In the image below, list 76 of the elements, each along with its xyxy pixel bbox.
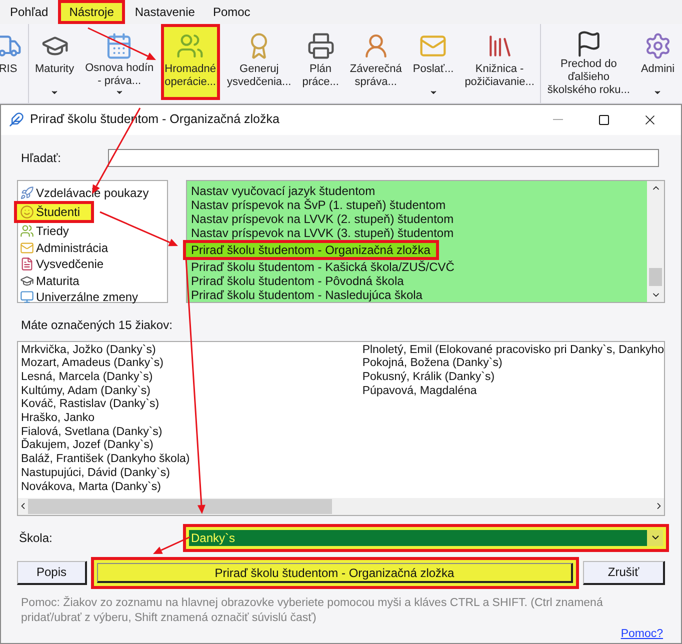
category-item[interactable]: Vysvedčenie	[20, 256, 167, 273]
dropdown-caret-icon	[50, 88, 60, 97]
ribbon-button[interactable]: Plán práce...	[298, 24, 343, 100]
operation-item[interactable]: Nastav príspevok na LVVK (3. stupeň) študentom	[191, 226, 647, 240]
assign-school-button[interactable]: Priraď školu študentom - Organizačná zložka	[97, 562, 573, 583]
student-name[interactable]: Kováč, Rastislav (Danky`s)	[21, 398, 362, 412]
cancel-button[interactable]: Zrušiť	[583, 560, 665, 585]
menu-item[interactable]: Nástroje	[58, 0, 125, 24]
student-name[interactable]: Kultúmy, Adam (Danky`s)	[21, 384, 362, 398]
annotation-arrow	[88, 27, 156, 60]
description-button[interactable]: Popis	[17, 560, 87, 585]
graduation-cap-icon	[20, 274, 34, 288]
vertical-scrollbar[interactable]	[647, 180, 664, 302]
operation-item[interactable]: Nastav vyučovací jazyk študentom	[191, 184, 647, 198]
ribbon-button[interactable]: Záverečná správa...	[346, 24, 406, 100]
ribbon-button[interactable]: Prechod do ďalšieho školského roku...	[543, 24, 634, 100]
search-label: Hľadať:	[21, 150, 62, 167]
scrollbar-thumb[interactable]	[28, 498, 332, 514]
ribbon-button[interactable]: Admini	[636, 24, 679, 100]
dropdown-caret-icon	[428, 88, 438, 97]
student-name[interactable]: Baláž, František (Dankyho škola)	[21, 453, 362, 467]
category-item[interactable]: Študenti	[14, 201, 94, 224]
search-field[interactable]	[108, 148, 659, 167]
category-item[interactable]: Administrácia	[20, 240, 167, 256]
student-name[interactable]: Nastupujúci, Dávid (Danky`s)	[21, 466, 362, 481]
operation-item[interactable]: Priraď školu študentom - Nasledujúca škola	[191, 288, 647, 302]
student-name[interactable]: Pokojná, Božena (Danky`s)	[362, 357, 664, 372]
student-name[interactable]: Mozart, Amadeus (Danky`s)	[21, 357, 362, 372]
scrollbar-thumb[interactable]	[649, 268, 662, 286]
minimize-icon	[553, 119, 563, 120]
help-link[interactable]: Pomoc?	[620, 626, 663, 643]
ribbon-button[interactable]: Generuj ysvedčenia...	[223, 24, 296, 100]
dropdown-caret-icon	[114, 88, 124, 97]
envelope-icon	[20, 240, 34, 255]
student-name[interactable]: Plnoletý, Emil (Elokované pracovisko pri Danky`s, Dankyho	[362, 344, 664, 358]
category-item[interactable]: Vzdelávacie poukazy	[20, 184, 167, 202]
school-label: Škola:	[19, 530, 54, 547]
student-name[interactable]: Novákova, Marta (Danky`s)	[21, 480, 362, 494]
annotation-arrow	[153, 536, 190, 554]
student-name[interactable]: Púpavová, Magdaléna	[362, 384, 664, 398]
people-icon	[176, 32, 204, 60]
student-name[interactable]: Mrkvička, Jožko (Danky`s)	[21, 344, 362, 358]
ribbon-button[interactable]: RIS	[0, 24, 26, 100]
category-item[interactable]: Triedy	[20, 223, 167, 240]
people-icon	[20, 224, 34, 238]
help-text: Pomoc: Žiakov zo zoznamu na hlavnej obrazovke vyberiete pomocou myši a kláves CTRL a SHIFT. (Ctrl znamená pridať/ubrať z výberu, Shift znamená označiť súvislú časť)	[21, 596, 604, 626]
app-icon	[9, 112, 24, 128]
menu-item[interactable]: Pomoc	[204, 0, 258, 24]
operation-item[interactable]: Nastav príspevok na LVVK (2. stupeň) študentom	[191, 212, 647, 226]
gear-icon	[644, 32, 672, 60]
student-name[interactable]: Lesná, Marcela (Danky`s)	[21, 371, 362, 385]
student-name[interactable]: Fialová, Svetlana (Danky`s)	[21, 426, 362, 440]
menu-item[interactable]: Pohľad	[2, 0, 56, 24]
ribbon-button[interactable]: Hromadné operácie...	[160, 24, 220, 100]
horizontal-scrollbar[interactable]	[18, 498, 664, 515]
rocket-icon	[20, 186, 34, 200]
operation-item[interactable]: Priraď školu študentom - Kašická škola/ZUŠ/CVČ	[191, 260, 647, 274]
category-item[interactable]: Maturita	[20, 272, 167, 290]
document-icon	[20, 257, 34, 272]
operation-item[interactable]: Nastav príspevok na ŠvP (1. stupeň) študentom	[191, 198, 647, 212]
ribbon-button[interactable]: Knižnica - požičiavanie...	[460, 24, 538, 100]
calendar-icon	[105, 32, 134, 60]
ribbon-button[interactable]: Osnova hodín - práva...	[81, 24, 158, 100]
student-name[interactable]: Ďakujem, Jozef (Danky`s)	[21, 439, 362, 454]
student-name[interactable]: Hraško, Janko	[21, 412, 362, 426]
category-item[interactable]: Univerzálne zmeny	[20, 289, 167, 306]
ribbon-button[interactable]: Poslať...	[408, 24, 458, 100]
maximize-icon	[598, 114, 610, 126]
operation-item[interactable]: Priraď školu študentom - Organizačná zložka	[183, 240, 440, 260]
selected-count-label: Máte označených 15 žiakov:	[21, 316, 174, 334]
school-dropdown[interactable]: Danky`s	[183, 524, 669, 552]
ribbon-button[interactable]: Maturity	[31, 24, 78, 100]
student-name[interactable]: Pokusný, Králik (Danky`s)	[362, 371, 664, 385]
menu-item[interactable]: Nastavenie	[126, 0, 203, 24]
dropdown-caret-icon	[653, 88, 662, 97]
operation-item[interactable]: Priraď školu študentom - Pôvodná škola	[191, 274, 647, 288]
